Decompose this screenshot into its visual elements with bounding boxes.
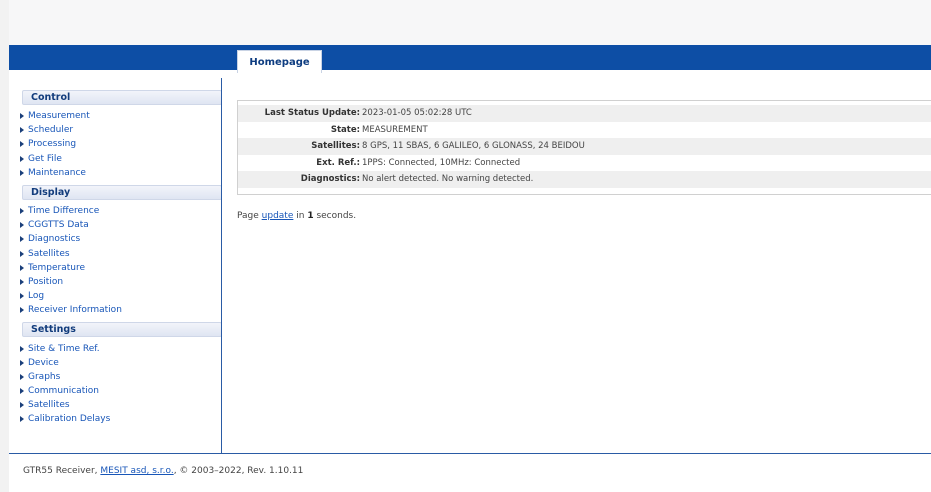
- sidebar-item-position[interactable]: Position: [20, 275, 215, 289]
- sidebar-item-label: Receiver Information: [28, 305, 122, 316]
- update-suffix: seconds.: [313, 211, 357, 221]
- tab-homepage[interactable]: Homepage: [237, 50, 322, 73]
- status-label: Last Status Update:: [238, 105, 362, 122]
- arrow-right-icon: [20, 278, 24, 285]
- arrow-right-icon: [20, 293, 24, 300]
- arrow-right-icon: [20, 373, 24, 380]
- left-edge-strip: [0, 0, 9, 492]
- status-row-ext-ref: Ext. Ref.: 1PPS: Connected, 10MHz: Conne…: [238, 155, 931, 172]
- sidebar-item-label: Log: [28, 291, 45, 302]
- status-row-last-update: Last Status Update: 2023-01-05 05:02:28 …: [238, 105, 931, 122]
- sidebar-item-log[interactable]: Log: [20, 289, 215, 303]
- sidebar-item-label: Scheduler: [28, 125, 74, 136]
- sidebar-divider: [221, 78, 222, 454]
- sidebar-item-label: Maintenance: [28, 167, 86, 178]
- status-value: 2023-01-05 05:02:28 UTC: [362, 105, 931, 122]
- status-panel: Last Status Update: 2023-01-05 05:02:28 …: [237, 100, 931, 195]
- sidebar-item-site-time-ref[interactable]: Site & Time Ref.: [20, 341, 215, 355]
- header-bar: [9, 45, 931, 70]
- status-label: Diagnostics:: [238, 171, 362, 188]
- sidebar-section-display: Display Time Difference CGGTTS Data Diag…: [20, 184, 222, 318]
- sidebar-item-temperature[interactable]: Temperature: [20, 261, 215, 275]
- arrow-right-icon: [20, 345, 24, 352]
- sidebar-item-label: Satellites: [28, 248, 70, 259]
- sidebar-item-label: Device: [28, 357, 59, 368]
- sidebar-item-label: Communication: [28, 386, 99, 397]
- sidebar-item-scheduler[interactable]: Scheduler: [20, 123, 215, 137]
- sidebar-item-communication[interactable]: Communication: [20, 384, 215, 398]
- page-update-notice: Page update in 1 seconds.: [237, 211, 356, 221]
- status-row-diagnostics: Diagnostics: No alert detected. No warni…: [238, 171, 931, 188]
- sidebar-item-receiver-information[interactable]: Receiver Information: [20, 303, 215, 317]
- sidebar-section-settings: Settings Site & Time Ref. Device Graphs …: [20, 322, 222, 426]
- sidebar-section-control: Control Measurement Scheduler Processing…: [20, 90, 222, 180]
- company-link[interactable]: MESIT asd, s.r.o.: [100, 466, 173, 476]
- status-row-state: State: MEASUREMENT: [238, 122, 931, 139]
- section-header-display: Display: [22, 184, 222, 200]
- sidebar-item-satellites[interactable]: Satellites: [20, 247, 215, 261]
- arrow-right-icon: [20, 141, 24, 148]
- sidebar-item-label: Measurement: [28, 111, 90, 122]
- sidebar-item-label: Temperature: [28, 262, 86, 273]
- sidebar-item-label: Processing: [28, 139, 77, 150]
- update-prefix: Page: [237, 211, 262, 221]
- arrow-right-icon: [20, 264, 24, 271]
- sidebar-item-label: Get File: [28, 153, 62, 164]
- arrow-right-icon: [20, 169, 24, 176]
- sidebar-item-label: CGGTTS Data: [28, 220, 89, 231]
- sidebar-item-label: Site & Time Ref.: [28, 343, 100, 354]
- sidebar-item-calibration-delays[interactable]: Calibration Delays: [20, 412, 215, 426]
- update-middle: in: [293, 211, 308, 221]
- footer-divider: [9, 453, 931, 454]
- sidebar-item-device[interactable]: Device: [20, 356, 215, 370]
- update-link[interactable]: update: [262, 211, 294, 221]
- arrow-right-icon: [20, 127, 24, 134]
- sidebar-item-get-file[interactable]: Get File: [20, 152, 215, 166]
- sidebar-item-time-difference[interactable]: Time Difference: [20, 204, 215, 218]
- status-label: Ext. Ref.:: [316, 157, 360, 168]
- status-table: Last Status Update: 2023-01-05 05:02:28 …: [238, 105, 931, 188]
- arrow-right-icon: [20, 307, 24, 314]
- arrow-right-icon: [20, 416, 24, 423]
- arrow-right-icon: [20, 359, 24, 366]
- arrow-right-icon: [20, 388, 24, 395]
- section-header-settings: Settings: [22, 322, 222, 338]
- section-header-control: Control: [22, 90, 222, 105]
- status-value: 8 GPS, 11 SBAS, 6 GALILEO, 6 GLONASS, 24…: [362, 138, 931, 155]
- status-label: Satellites:: [238, 138, 362, 155]
- sidebar-item-label: Time Difference: [28, 206, 100, 217]
- top-band: [9, 0, 931, 45]
- sidebar-item-maintenance[interactable]: Maintenance: [20, 166, 215, 180]
- sidebar: Control Measurement Scheduler Processing…: [20, 90, 222, 432]
- status-value: No alert detected. No warning detected.: [362, 171, 931, 188]
- arrow-right-icon: [20, 402, 24, 409]
- arrow-right-icon: [20, 236, 24, 243]
- status-label: State:: [330, 124, 360, 135]
- status-value: MEASUREMENT: [362, 124, 428, 135]
- sidebar-item-diagnostics[interactable]: Diagnostics: [20, 232, 215, 246]
- sidebar-item-settings-satellites[interactable]: Satellites: [20, 398, 215, 412]
- sidebar-item-label: Satellites: [28, 400, 70, 411]
- arrow-right-icon: [20, 208, 24, 215]
- sidebar-item-label: Graphs: [28, 371, 61, 382]
- sidebar-item-processing[interactable]: Processing: [20, 137, 215, 151]
- footer-prefix: GTR55 Receiver,: [23, 466, 101, 476]
- sidebar-item-cggtts-data[interactable]: CGGTTS Data: [20, 218, 215, 232]
- sidebar-item-graphs[interactable]: Graphs: [20, 370, 215, 384]
- sidebar-item-measurement[interactable]: Measurement: [20, 109, 215, 123]
- arrow-right-icon: [20, 222, 24, 229]
- footer-suffix: , © 2003–2022, Rev. 1.10.11: [173, 466, 304, 476]
- sidebar-item-label: Diagnostics: [28, 234, 81, 245]
- status-value: 1PPS: Connected, 10MHz: Connected: [362, 157, 521, 168]
- footer: GTR55 Receiver, MESIT asd, s.r.o., © 200…: [23, 466, 303, 476]
- arrow-right-icon: [20, 250, 24, 257]
- sidebar-item-label: Calibration Delays: [28, 414, 111, 425]
- status-row-satellites: Satellites: 8 GPS, 11 SBAS, 6 GALILEO, 6…: [238, 138, 931, 155]
- arrow-right-icon: [20, 113, 24, 120]
- sidebar-item-label: Position: [28, 276, 64, 287]
- arrow-right-icon: [20, 155, 24, 162]
